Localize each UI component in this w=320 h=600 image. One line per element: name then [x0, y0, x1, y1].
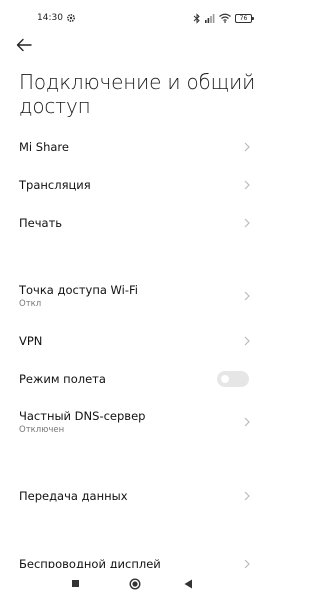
- chevron-right-icon: [244, 336, 250, 346]
- data-transfer-item[interactable]: Передача данных: [0, 483, 270, 509]
- cast-item[interactable]: Трансляция: [0, 172, 270, 198]
- navigation-bar: [0, 568, 270, 600]
- mi-share-item[interactable]: Mi Share: [0, 134, 270, 160]
- item-label: Частный DNS-сервер: [19, 409, 146, 423]
- page-title: Подключение и общий доступ: [19, 70, 256, 118]
- connection-sharing-screen: 14:30 76 Подключение и общий доступ Mi S…: [0, 0, 270, 600]
- wifi-icon: [219, 13, 231, 23]
- item-subtitle: Отключен: [19, 425, 65, 435]
- print-item[interactable]: Печать: [0, 210, 270, 236]
- item-label: Печать: [19, 216, 63, 230]
- status-icons: 76: [193, 12, 254, 24]
- toggle-knob: [221, 375, 229, 383]
- chevron-right-icon: [244, 417, 250, 427]
- back-triangle-icon[interactable]: [184, 579, 193, 589]
- back-arrow-icon[interactable]: [14, 35, 34, 55]
- battery-icon: 76: [235, 13, 254, 23]
- recents-square-icon[interactable]: [72, 580, 79, 587]
- vpn-item[interactable]: VPN: [0, 328, 270, 354]
- gear-icon: [66, 13, 76, 23]
- signal-icon: [205, 14, 215, 23]
- airplane-mode-toggle[interactable]: [217, 371, 249, 387]
- item-label: VPN: [19, 334, 43, 348]
- chevron-right-icon: [244, 491, 250, 501]
- item-label: Точка доступа Wi-Fi: [19, 283, 138, 297]
- home-circle-icon[interactable]: [129, 578, 141, 590]
- battery-level: 76: [239, 14, 248, 22]
- chevron-right-icon: [244, 142, 250, 152]
- item-label: Режим полета: [19, 372, 106, 386]
- item-subtitle: Откл: [19, 299, 42, 309]
- private-dns-item[interactable]: Частный DNS-сервер Отключен: [0, 406, 270, 438]
- item-label: Трансляция: [19, 178, 91, 192]
- bluetooth-icon: [193, 12, 200, 24]
- chevron-right-icon: [244, 180, 250, 190]
- chevron-right-icon: [244, 218, 250, 228]
- item-label: Передача данных: [19, 489, 128, 503]
- item-label: Mi Share: [19, 140, 69, 154]
- status-bar: 14:30 76: [0, 0, 270, 36]
- status-time: 14:30: [37, 13, 63, 23]
- airplane-mode-item[interactable]: Режим полета: [0, 366, 270, 392]
- wifi-hotspot-item[interactable]: Точка доступа Wi-Fi Откл: [0, 280, 270, 312]
- chevron-right-icon: [244, 291, 250, 301]
